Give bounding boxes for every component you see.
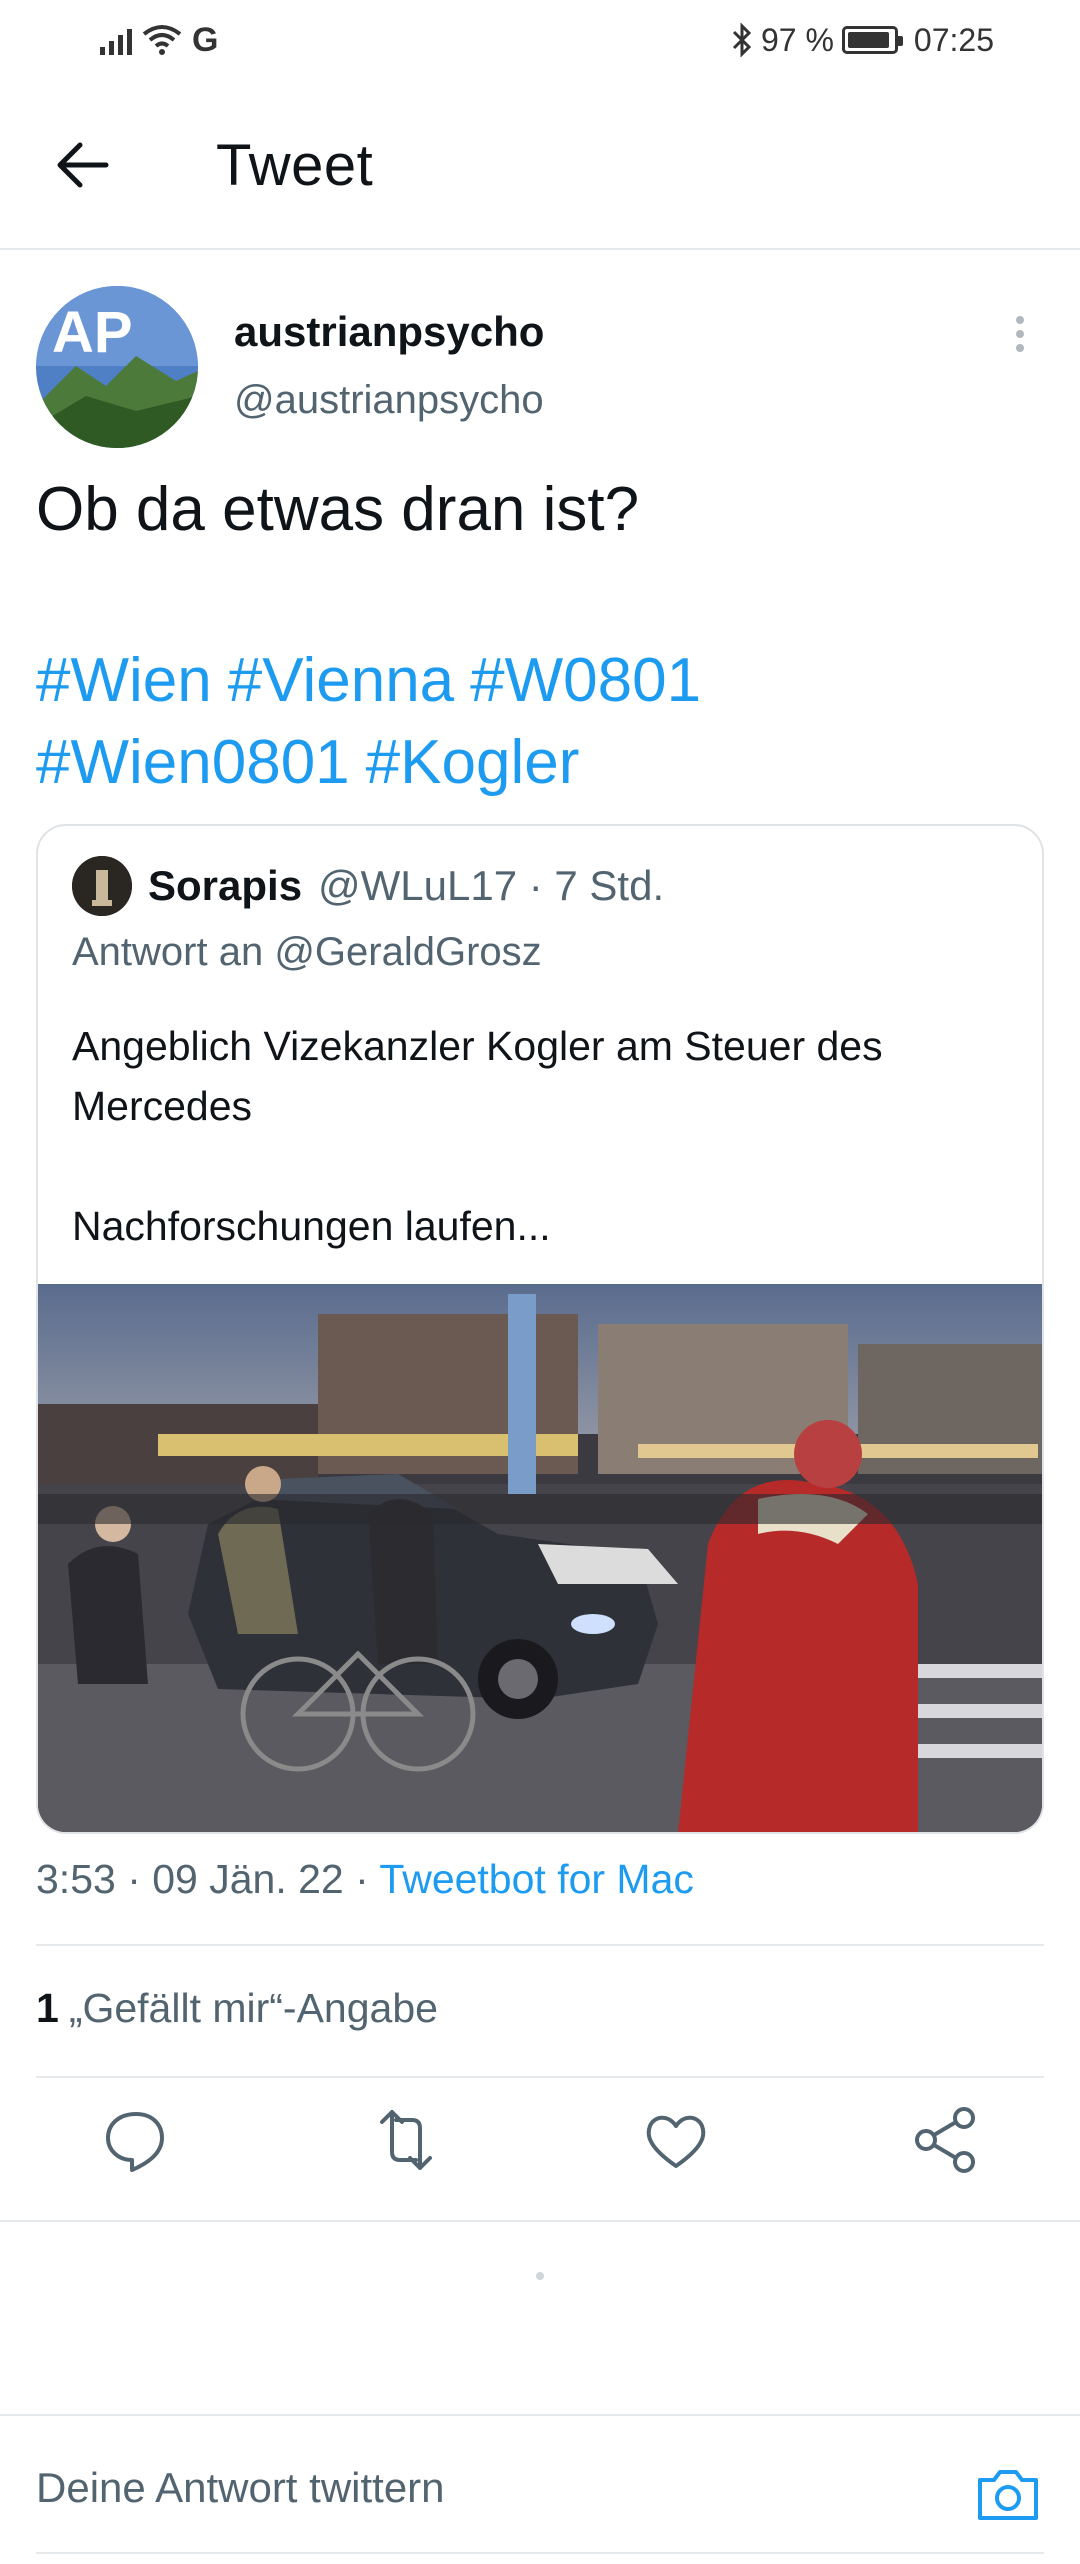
page-title: Tweet	[216, 133, 374, 198]
likes-label: „Gefällt mir“-Angabe	[68, 1985, 438, 2031]
more-icon	[1016, 316, 1024, 324]
tweet-action-bar	[0, 2100, 1080, 2200]
quoted-display-name: Sorapis	[148, 862, 303, 909]
quoted-tweet[interactable]: Sorapis @WLuL17 · 7 Std. Antwort an @Ger…	[36, 824, 1044, 1834]
quoted-avatar	[72, 856, 132, 916]
source-link[interactable]: Tweetbot for Mac	[379, 1856, 693, 1902]
top-app-bar: Tweet	[0, 80, 1080, 250]
loading-dot	[536, 2272, 544, 2280]
hashtag-link[interactable]: #Kogler	[366, 728, 580, 797]
heart-icon	[646, 2115, 706, 2168]
quoted-media-video[interactable]	[38, 1284, 1042, 1832]
quoted-reply-to: Antwort an @GeraldGrosz	[72, 930, 542, 974]
hashtag-link[interactable]: #W0801	[470, 646, 701, 715]
status-bar: G 97 % 07:25	[0, 0, 1080, 80]
share-button[interactable]	[906, 2100, 986, 2180]
battery-icon	[841, 26, 903, 54]
author-display-name[interactable]: austrianpsycho	[234, 308, 544, 356]
network-type: G	[192, 20, 219, 59]
camera-button[interactable]	[972, 2458, 1044, 2530]
divider	[36, 2076, 1044, 2078]
likes-summary[interactable]: 1 „Gefällt mir“-Angabe	[36, 1985, 438, 2032]
arrow-left-icon	[57, 142, 109, 188]
hashtags: #Wien #Vienna #W0801 #Wien0801 #Kogler	[36, 640, 1046, 804]
divider	[0, 2220, 1080, 2222]
share-icon	[915, 2107, 975, 2173]
author-avatar[interactable]: AP	[36, 286, 198, 448]
battery-percent: 97 %	[760, 21, 834, 58]
more-options-button[interactable]	[1000, 310, 1040, 370]
reply-composer[interactable]: Deine Antwort twittern	[0, 2414, 1080, 2564]
video-thumbnail	[38, 1284, 1042, 1832]
tweet-timestamp: 3:53 · 09 Jän. 22 · Tweetbot for Mac	[36, 1856, 694, 1903]
back-button[interactable]	[50, 130, 120, 200]
retweet-icon	[380, 2110, 432, 2170]
camera-icon	[978, 2470, 1038, 2520]
hashtag-link[interactable]: #Wien	[36, 646, 212, 715]
reply-icon	[106, 2112, 164, 2172]
avatar-text: AP	[52, 300, 133, 365]
retweet-button[interactable]	[366, 2100, 446, 2180]
hashtag-link[interactable]: #Vienna	[228, 646, 454, 715]
author-handle[interactable]: @austrianpsycho	[234, 378, 544, 423]
signal-icon	[100, 25, 132, 55]
quoted-text: Angeblich Vizekanzler Kogler am Steuer d…	[72, 1023, 883, 1129]
status-left: G	[100, 18, 218, 62]
divider	[36, 1944, 1044, 1946]
like-button[interactable]	[636, 2100, 716, 2180]
avatar-image: AP	[36, 286, 198, 448]
hashtag-link[interactable]: #Wien0801	[36, 728, 350, 797]
likes-count: 1	[36, 1985, 59, 2031]
reply-button[interactable]	[96, 2100, 176, 2180]
quoted-meta: @WLuL17 · 7 Std.	[318, 862, 665, 909]
bluetooth-icon	[732, 23, 752, 57]
reply-input[interactable]: Deine Antwort twittern	[36, 2464, 445, 2512]
clock: 07:25	[913, 21, 994, 58]
wifi-icon	[142, 25, 182, 55]
quoted-text-2: Nachforschungen laufen...	[72, 1203, 551, 1249]
reply-underline	[36, 2552, 1044, 2554]
status-right: 97 % 07:25	[731, 18, 994, 62]
tweet-text: Ob da etwas dran ist?	[36, 475, 640, 544]
timestamp-text: 3:53 · 09 Jän. 22 ·	[36, 1856, 380, 1902]
